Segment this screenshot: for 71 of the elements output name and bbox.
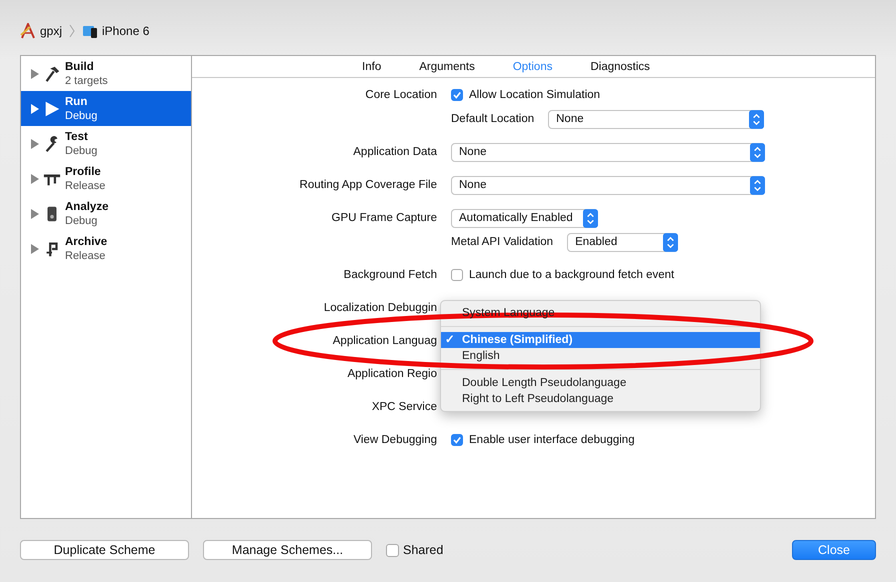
menu-item[interactable]: English bbox=[441, 348, 760, 364]
footer-button[interactable]: Manage Schemes... bbox=[203, 540, 372, 560]
action-configuration: Debug bbox=[65, 144, 98, 158]
stepper-arrows-icon bbox=[750, 176, 765, 194]
stepper-arrows-icon bbox=[663, 232, 678, 252]
disclosure-icon bbox=[31, 104, 39, 114]
action-name: Test bbox=[65, 130, 89, 144]
checkbox[interactable] bbox=[451, 434, 463, 446]
menu-item[interactable]: ✓ Chinese (Simplified) bbox=[441, 332, 760, 348]
device-name[interactable]: iPhone 6 bbox=[102, 24, 150, 38]
action-configuration: Release bbox=[65, 178, 106, 192]
disclosure-icon bbox=[31, 68, 39, 78]
disclosure-icon bbox=[31, 208, 39, 218]
action-name: Build bbox=[65, 60, 95, 74]
action-configuration: Debug bbox=[65, 214, 98, 228]
action-configuration: 2 targets bbox=[65, 74, 108, 88]
app-icon bbox=[20, 23, 36, 39]
action-configuration: Release bbox=[65, 248, 106, 262]
menu-item[interactable]: Right to Left Pseudolanguage bbox=[441, 391, 760, 407]
checkbox[interactable] bbox=[451, 269, 463, 281]
play-icon bbox=[43, 100, 61, 118]
field-label: Routing App Coverage File bbox=[300, 179, 437, 191]
popup-button[interactable]: None bbox=[451, 176, 765, 194]
action-configuration: Debug bbox=[65, 108, 98, 122]
disclosure-icon bbox=[31, 244, 39, 254]
scheme-action-item[interactable]: Run Debug bbox=[21, 91, 191, 126]
checkbox-label: Launch due to a background fetch event bbox=[469, 269, 674, 281]
tab[interactable]: Diagnostics bbox=[571, 56, 669, 77]
popup-button[interactable]: Automatically Enabled bbox=[451, 208, 598, 228]
field-label: Application Languag bbox=[332, 335, 437, 347]
stepper-arrows-icon bbox=[749, 110, 764, 128]
hammer-icon bbox=[43, 64, 61, 82]
stepper-arrows-icon bbox=[750, 142, 765, 162]
scheme-action-item[interactable]: Archive Release bbox=[21, 231, 191, 266]
field-label: Metal API Validation bbox=[451, 236, 554, 248]
checkbox-label: Enable user interface debugging bbox=[469, 434, 635, 446]
action-name: Analyze bbox=[65, 200, 108, 214]
checkbox[interactable] bbox=[386, 544, 399, 556]
checkbox-label: Shared bbox=[403, 543, 444, 557]
scheme-action-item[interactable]: Analyze Debug bbox=[21, 196, 191, 231]
scheme-action-item[interactable]: Profile Release bbox=[21, 161, 191, 196]
action-name: Archive bbox=[65, 234, 108, 248]
stepper-arrows-icon bbox=[583, 208, 598, 228]
scheme-action-item[interactable]: Build 2 targets bbox=[21, 56, 191, 91]
chevron-icon bbox=[69, 24, 76, 38]
device-icon bbox=[82, 23, 98, 39]
tab[interactable]: Arguments bbox=[400, 56, 494, 77]
menu-item[interactable]: Double Length Pseudolanguage bbox=[441, 375, 760, 391]
action-name: Run bbox=[65, 94, 88, 108]
popup-button[interactable]: None bbox=[451, 142, 765, 162]
popup-button[interactable]: None bbox=[548, 110, 764, 128]
project-name[interactable]: gpxj bbox=[40, 24, 62, 38]
field-label: Default Location bbox=[451, 113, 534, 125]
field-label: Background Fetch bbox=[344, 269, 437, 281]
field-label: Application Data bbox=[353, 146, 437, 158]
popup-button[interactable]: Enabled bbox=[567, 232, 678, 252]
checkbox-label: Allow Location Simulation bbox=[469, 89, 600, 101]
footer-button[interactable]: Duplicate Scheme bbox=[20, 540, 189, 560]
checkbox[interactable] bbox=[451, 89, 463, 101]
tab[interactable]: Info bbox=[343, 56, 400, 77]
field-label: Core Location bbox=[365, 89, 437, 101]
field-label: Localization Debuggin bbox=[324, 302, 437, 314]
action-name: Profile bbox=[65, 164, 102, 178]
field-label: XPC Service bbox=[372, 401, 437, 413]
field-label: View Debugging bbox=[353, 434, 437, 446]
field-label: Application Regio bbox=[347, 368, 437, 380]
tab[interactable]: Options bbox=[494, 56, 572, 77]
disclosure-icon bbox=[31, 138, 39, 148]
disclosure-icon bbox=[31, 174, 39, 184]
field-label: GPU Frame Capture bbox=[332, 212, 437, 224]
scheme-action-item[interactable]: Test Debug bbox=[21, 126, 191, 161]
